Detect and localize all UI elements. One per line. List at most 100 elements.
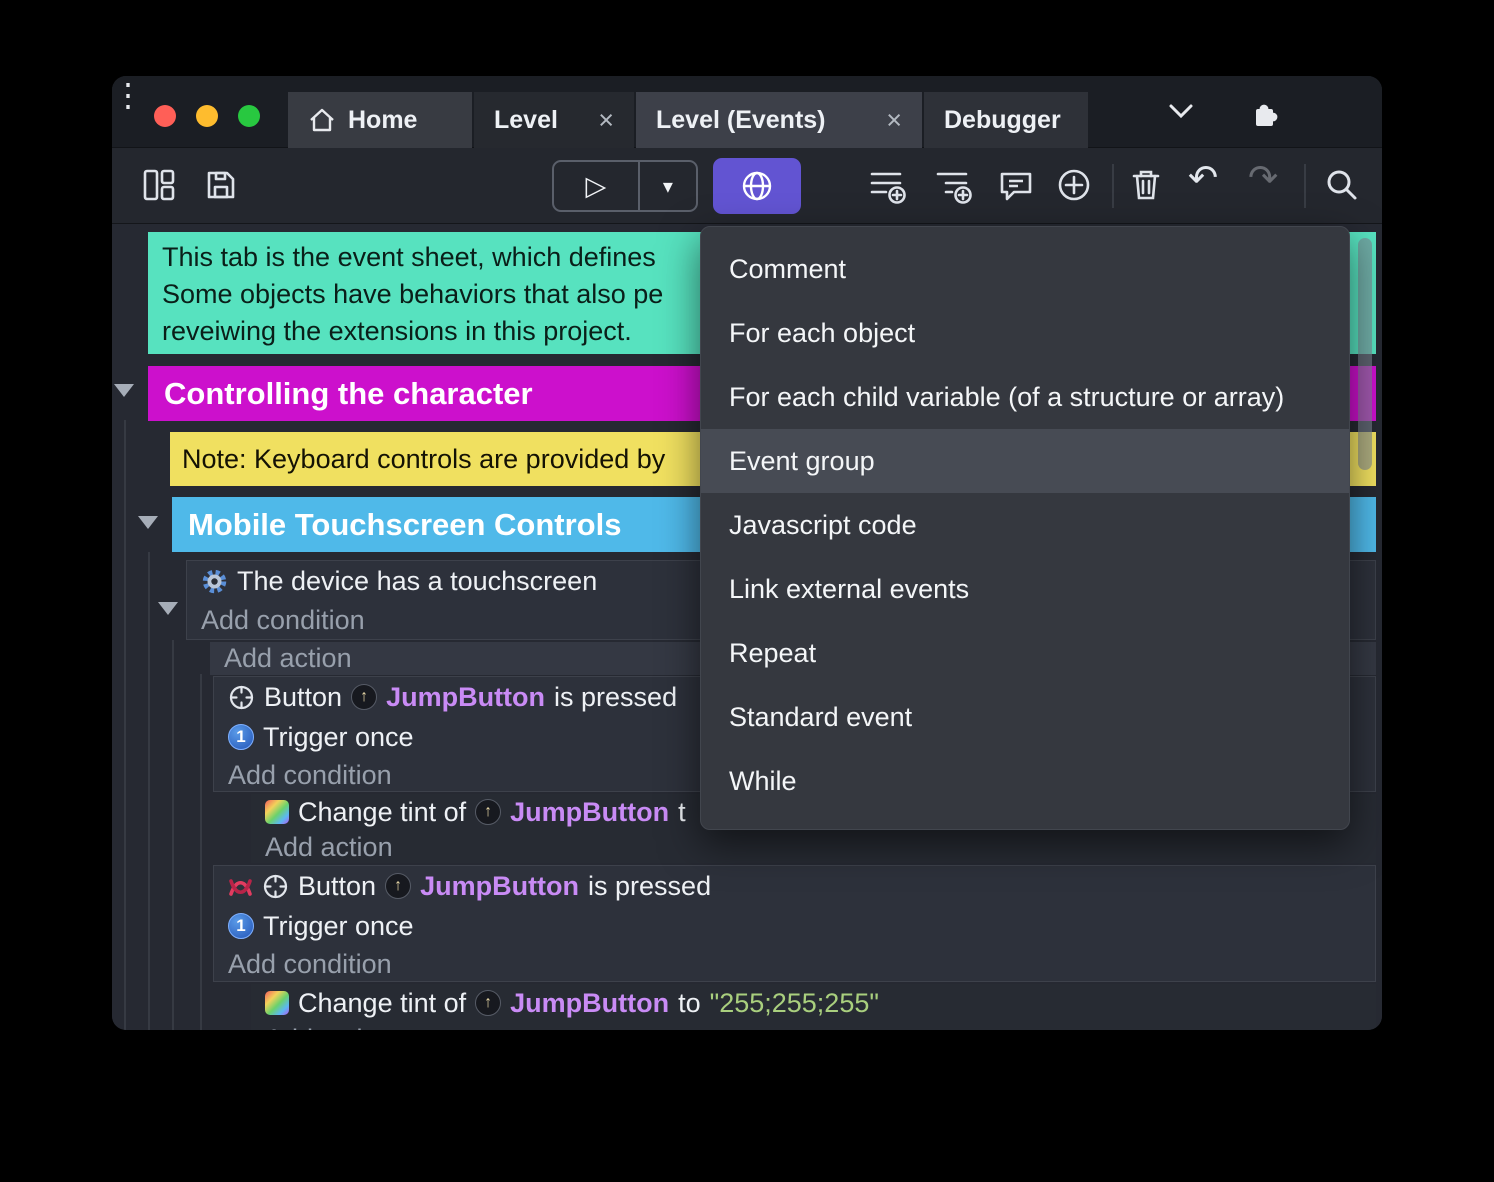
object-name: JumpButton xyxy=(420,871,579,902)
add-action-label: Add action xyxy=(224,643,352,674)
action-to: to xyxy=(678,988,701,1019)
add-condition-label: Add condition xyxy=(201,605,365,636)
object-icon: ↑ xyxy=(475,799,501,825)
add-event-context-menu: Comment For each object For each child v… xyxy=(700,226,1350,830)
trigger-once-label: Trigger once xyxy=(263,722,414,753)
vertical-scrollbar-thumb[interactable] xyxy=(1358,238,1372,470)
add-event-globe-button[interactable] xyxy=(713,158,801,214)
trigger-once-label: Trigger once xyxy=(263,911,414,942)
tab-level[interactable]: Level × xyxy=(474,92,634,148)
tab-debugger-label: Debugger xyxy=(944,106,1061,135)
tab-level-events[interactable]: Level (Events) × xyxy=(636,92,922,148)
object-name: JumpButton xyxy=(510,988,669,1019)
add-comment-icon[interactable] xyxy=(998,169,1034,203)
menu-item-for-each-object[interactable]: For each object xyxy=(701,301,1349,365)
menu-item-javascript-code[interactable]: Javascript code xyxy=(701,493,1349,557)
action-change-tint-2[interactable]: Change tint of ↑ JumpButton to "255;255;… xyxy=(251,984,1376,1022)
condition-suffix: is pressed xyxy=(554,682,677,713)
minimize-window-button[interactable] xyxy=(196,105,218,127)
object-name: JumpButton xyxy=(386,682,545,713)
add-plus-circle-icon[interactable] xyxy=(1056,167,1092,203)
trigger-once-icon: 1 xyxy=(228,724,254,750)
toolbar-separator-2 xyxy=(1304,164,1306,208)
add-action-label: Add action xyxy=(265,832,393,863)
menu-item-while[interactable]: While xyxy=(701,749,1349,813)
tree-guide-line xyxy=(148,552,150,1030)
action-suffix: t xyxy=(678,797,686,828)
toolbar: ▷ ▾ xyxy=(112,148,1382,224)
globe-icon xyxy=(740,169,774,203)
action-value: "255;255;255" xyxy=(710,988,879,1019)
group-title: Controlling the character xyxy=(164,376,533,412)
object-icon: ↑ xyxy=(351,684,377,710)
redo-icon[interactable]: ↷ xyxy=(1248,157,1278,199)
collapse-arrow-event[interactable] xyxy=(158,602,178,615)
tint-gradient-icon xyxy=(265,800,289,824)
action-text: Change tint of xyxy=(298,797,466,828)
menu-item-event-group[interactable]: Event group xyxy=(701,429,1349,493)
play-options-caret[interactable]: ▾ xyxy=(640,162,696,210)
collapse-arrow-group-controlling[interactable] xyxy=(114,384,134,397)
save-icon[interactable] xyxy=(204,168,238,202)
menu-item-repeat[interactable]: Repeat xyxy=(701,621,1349,685)
tree-guide-line xyxy=(124,420,126,1030)
home-icon xyxy=(308,106,336,134)
search-icon[interactable] xyxy=(1324,167,1360,203)
trigger-once-icon: 1 xyxy=(228,913,254,939)
tree-guide-line xyxy=(200,674,202,1030)
tab-home-label: Home xyxy=(348,106,417,135)
tint-gradient-icon xyxy=(265,991,289,1015)
close-window-button[interactable] xyxy=(154,105,176,127)
note-text: Note: Keyboard controls are provided by xyxy=(182,444,665,475)
extensions-puzzle-icon[interactable] xyxy=(1250,98,1280,128)
plugin-name: Button xyxy=(264,682,342,713)
preview-button-group: ▷ ▾ xyxy=(552,160,698,212)
tab-level-close-icon[interactable]: × xyxy=(598,107,614,134)
gamepad-button-icon xyxy=(262,873,289,900)
object-name: JumpButton xyxy=(510,797,669,828)
add-action-link[interactable]: Add action xyxy=(251,1022,1376,1030)
add-condition-link[interactable]: Add condition xyxy=(214,946,1375,982)
add-action-link[interactable]: Add action xyxy=(251,830,1376,863)
red-marker-icon xyxy=(228,874,253,899)
tab-debugger[interactable]: Debugger xyxy=(924,92,1088,148)
menu-item-standard-event[interactable]: Standard event xyxy=(701,685,1349,749)
plugin-name: Button xyxy=(298,871,376,902)
tab-level-label: Level xyxy=(494,106,558,135)
event-block-jumpbutton-2: Button ↑ JumpButton is pressed 1 Trigger… xyxy=(213,865,1376,982)
group-title: Mobile Touchscreen Controls xyxy=(188,507,621,543)
condition-suffix: is pressed xyxy=(588,871,711,902)
layout-panels-icon[interactable] xyxy=(142,168,176,202)
undo-icon[interactable]: ↶ xyxy=(1188,157,1218,199)
chevron-down-icon[interactable] xyxy=(1168,102,1194,120)
titlebar: Home Level × Level (Events) × Debugger ⋮ xyxy=(112,76,1382,148)
gamepad-button-icon xyxy=(228,684,255,711)
action-block-2: Change tint of ↑ JumpButton to "255;255;… xyxy=(251,984,1376,1030)
system-gear-icon xyxy=(201,568,228,595)
zoom-window-button[interactable] xyxy=(238,105,260,127)
add-condition-label: Add condition xyxy=(228,760,392,791)
tab-level-events-close-icon[interactable]: × xyxy=(886,107,902,134)
toolbar-separator xyxy=(1112,164,1114,208)
condition-trigger-once-2[interactable]: 1 Trigger once xyxy=(214,906,1375,946)
action-text: Change tint of xyxy=(298,988,466,1019)
delete-trash-icon[interactable] xyxy=(1128,167,1164,203)
add-condition-label: Add condition xyxy=(228,949,392,980)
condition-text: The device has a touchscreen xyxy=(237,566,597,597)
add-sub-event-icon[interactable] xyxy=(934,166,974,206)
add-action-label: Add action xyxy=(265,1024,393,1031)
overflow-menu-icon[interactable]: ⋮ xyxy=(112,77,144,113)
menu-item-for-each-child-variable[interactable]: For each child variable (of a structure … xyxy=(701,365,1349,429)
menu-item-comment[interactable]: Comment xyxy=(701,237,1349,301)
condition-button-pressed-2[interactable]: Button ↑ JumpButton is pressed xyxy=(214,866,1375,906)
tab-level-events-label: Level (Events) xyxy=(656,106,826,135)
tab-home[interactable]: Home xyxy=(288,92,472,148)
play-button[interactable]: ▷ xyxy=(554,162,638,210)
add-event-icon[interactable] xyxy=(868,166,908,206)
tree-guide-line xyxy=(172,640,174,1030)
object-icon: ↑ xyxy=(475,990,501,1016)
collapse-arrow-group-mobile[interactable] xyxy=(138,516,158,529)
object-icon: ↑ xyxy=(385,873,411,899)
app-window: Home Level × Level (Events) × Debugger ⋮ xyxy=(112,76,1382,1030)
menu-item-link-external-events[interactable]: Link external events xyxy=(701,557,1349,621)
